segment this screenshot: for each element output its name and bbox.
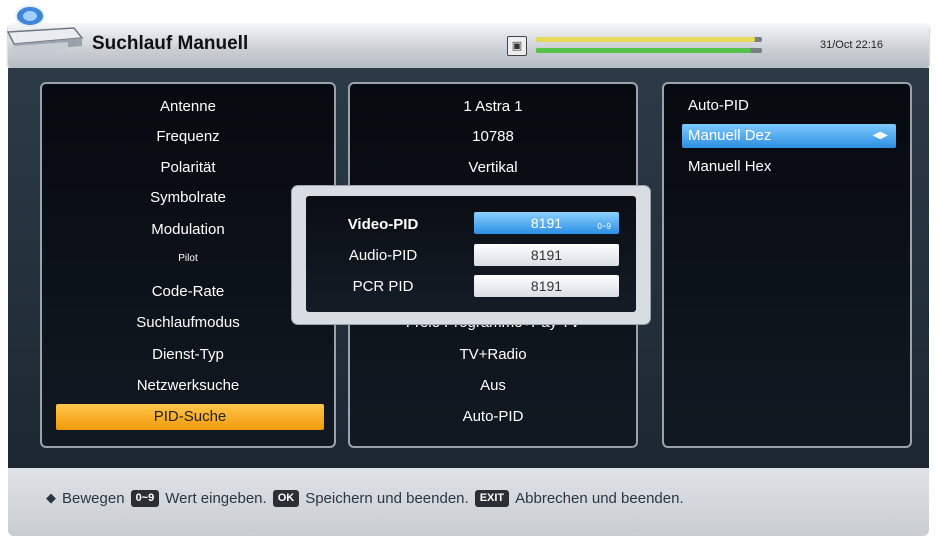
pid-option[interactable]: Manuell Dez ◀▶: [682, 124, 896, 148]
satellite-logo-icon: [6, 5, 84, 54]
signal-quality-fill: [536, 48, 751, 53]
setting-label[interactable]: Pilot: [42, 246, 334, 272]
setting-value: Aus: [480, 377, 506, 394]
signal-bars: [536, 34, 762, 58]
setting-value: Auto-PID: [462, 408, 524, 425]
pcr-pid-label: PCR PID: [352, 278, 414, 295]
pcr-pid-input[interactable]: 8191: [474, 275, 619, 297]
setting-label[interactable]: Antenne: [42, 94, 334, 120]
setting-value: 10788: [472, 128, 514, 145]
pid-option-label: Auto-PID: [688, 97, 749, 114]
video-pid-value: 8191: [530, 215, 563, 231]
pid-option-label: Manuell Dez: [688, 127, 772, 144]
tv-screen: Suchlauf Manuell ▣ 31/Oct 22:16 Antenne F…: [0, 0, 937, 551]
setting-value: Vertikal: [468, 159, 518, 176]
video-pid-label: Video-PID: [347, 216, 419, 233]
signal-strength-bar: [536, 37, 762, 42]
signal-strength-icon: ▣: [507, 36, 527, 56]
digit-entry-hint: 0~9: [597, 222, 611, 231]
digits-key: 0~9: [130, 489, 160, 507]
setting-label[interactable]: Modulation: [42, 217, 334, 243]
setting-label[interactable]: Netzwerksuche: [42, 373, 334, 399]
video-pid-input[interactable]: 8191 0~9: [474, 212, 619, 234]
signal-strength-fill: [536, 37, 756, 42]
ok-label: Speichern und beenden.: [305, 489, 469, 507]
move-label: Bewegen: [62, 489, 125, 507]
setting-label[interactable]: Code-Rate: [42, 279, 334, 305]
setting-value: 1 Astra 1: [463, 98, 523, 115]
setting-label[interactable]: Dienst-Typ: [42, 342, 334, 368]
page-title: Suchlauf Manuell: [92, 33, 249, 54]
ok-key: OK: [272, 489, 300, 507]
digits-label: Wert eingeben.: [165, 489, 267, 507]
pid-option-label: Manuell Hex: [688, 158, 772, 175]
setting-label[interactable]: Frequenz: [42, 124, 334, 150]
setting-label[interactable]: PID-Suche: [56, 404, 324, 430]
pid-options-panel: Auto-PID Manuell Dez ◀▶ Manuell Hex: [662, 82, 912, 448]
exit-label: Abbrechen und beenden.: [515, 489, 684, 507]
pid-option[interactable]: Auto-PID: [682, 94, 896, 118]
clock: 31/Oct 22:16: [820, 39, 883, 51]
up-down-arrow-icon: ◆: [46, 490, 56, 505]
pid-option[interactable]: Manuell Hex: [682, 155, 896, 179]
setting-label[interactable]: Polarität: [42, 155, 334, 181]
audio-pid-label: Audio-PID: [348, 247, 418, 264]
exit-key: EXIT: [474, 489, 510, 507]
signal-quality-bar: [536, 48, 762, 53]
setting-value: TV+Radio: [459, 346, 527, 363]
setting-label[interactable]: Suchlaufmodus: [42, 310, 334, 336]
left-right-arrow-icon: ◀▶: [872, 130, 888, 141]
audio-pid-input[interactable]: 8191: [474, 244, 619, 266]
setting-label[interactable]: Symbolrate: [42, 185, 334, 211]
footer-help: ◆ Bewegen 0~9 Wert eingeben. OK Speicher…: [46, 488, 684, 508]
